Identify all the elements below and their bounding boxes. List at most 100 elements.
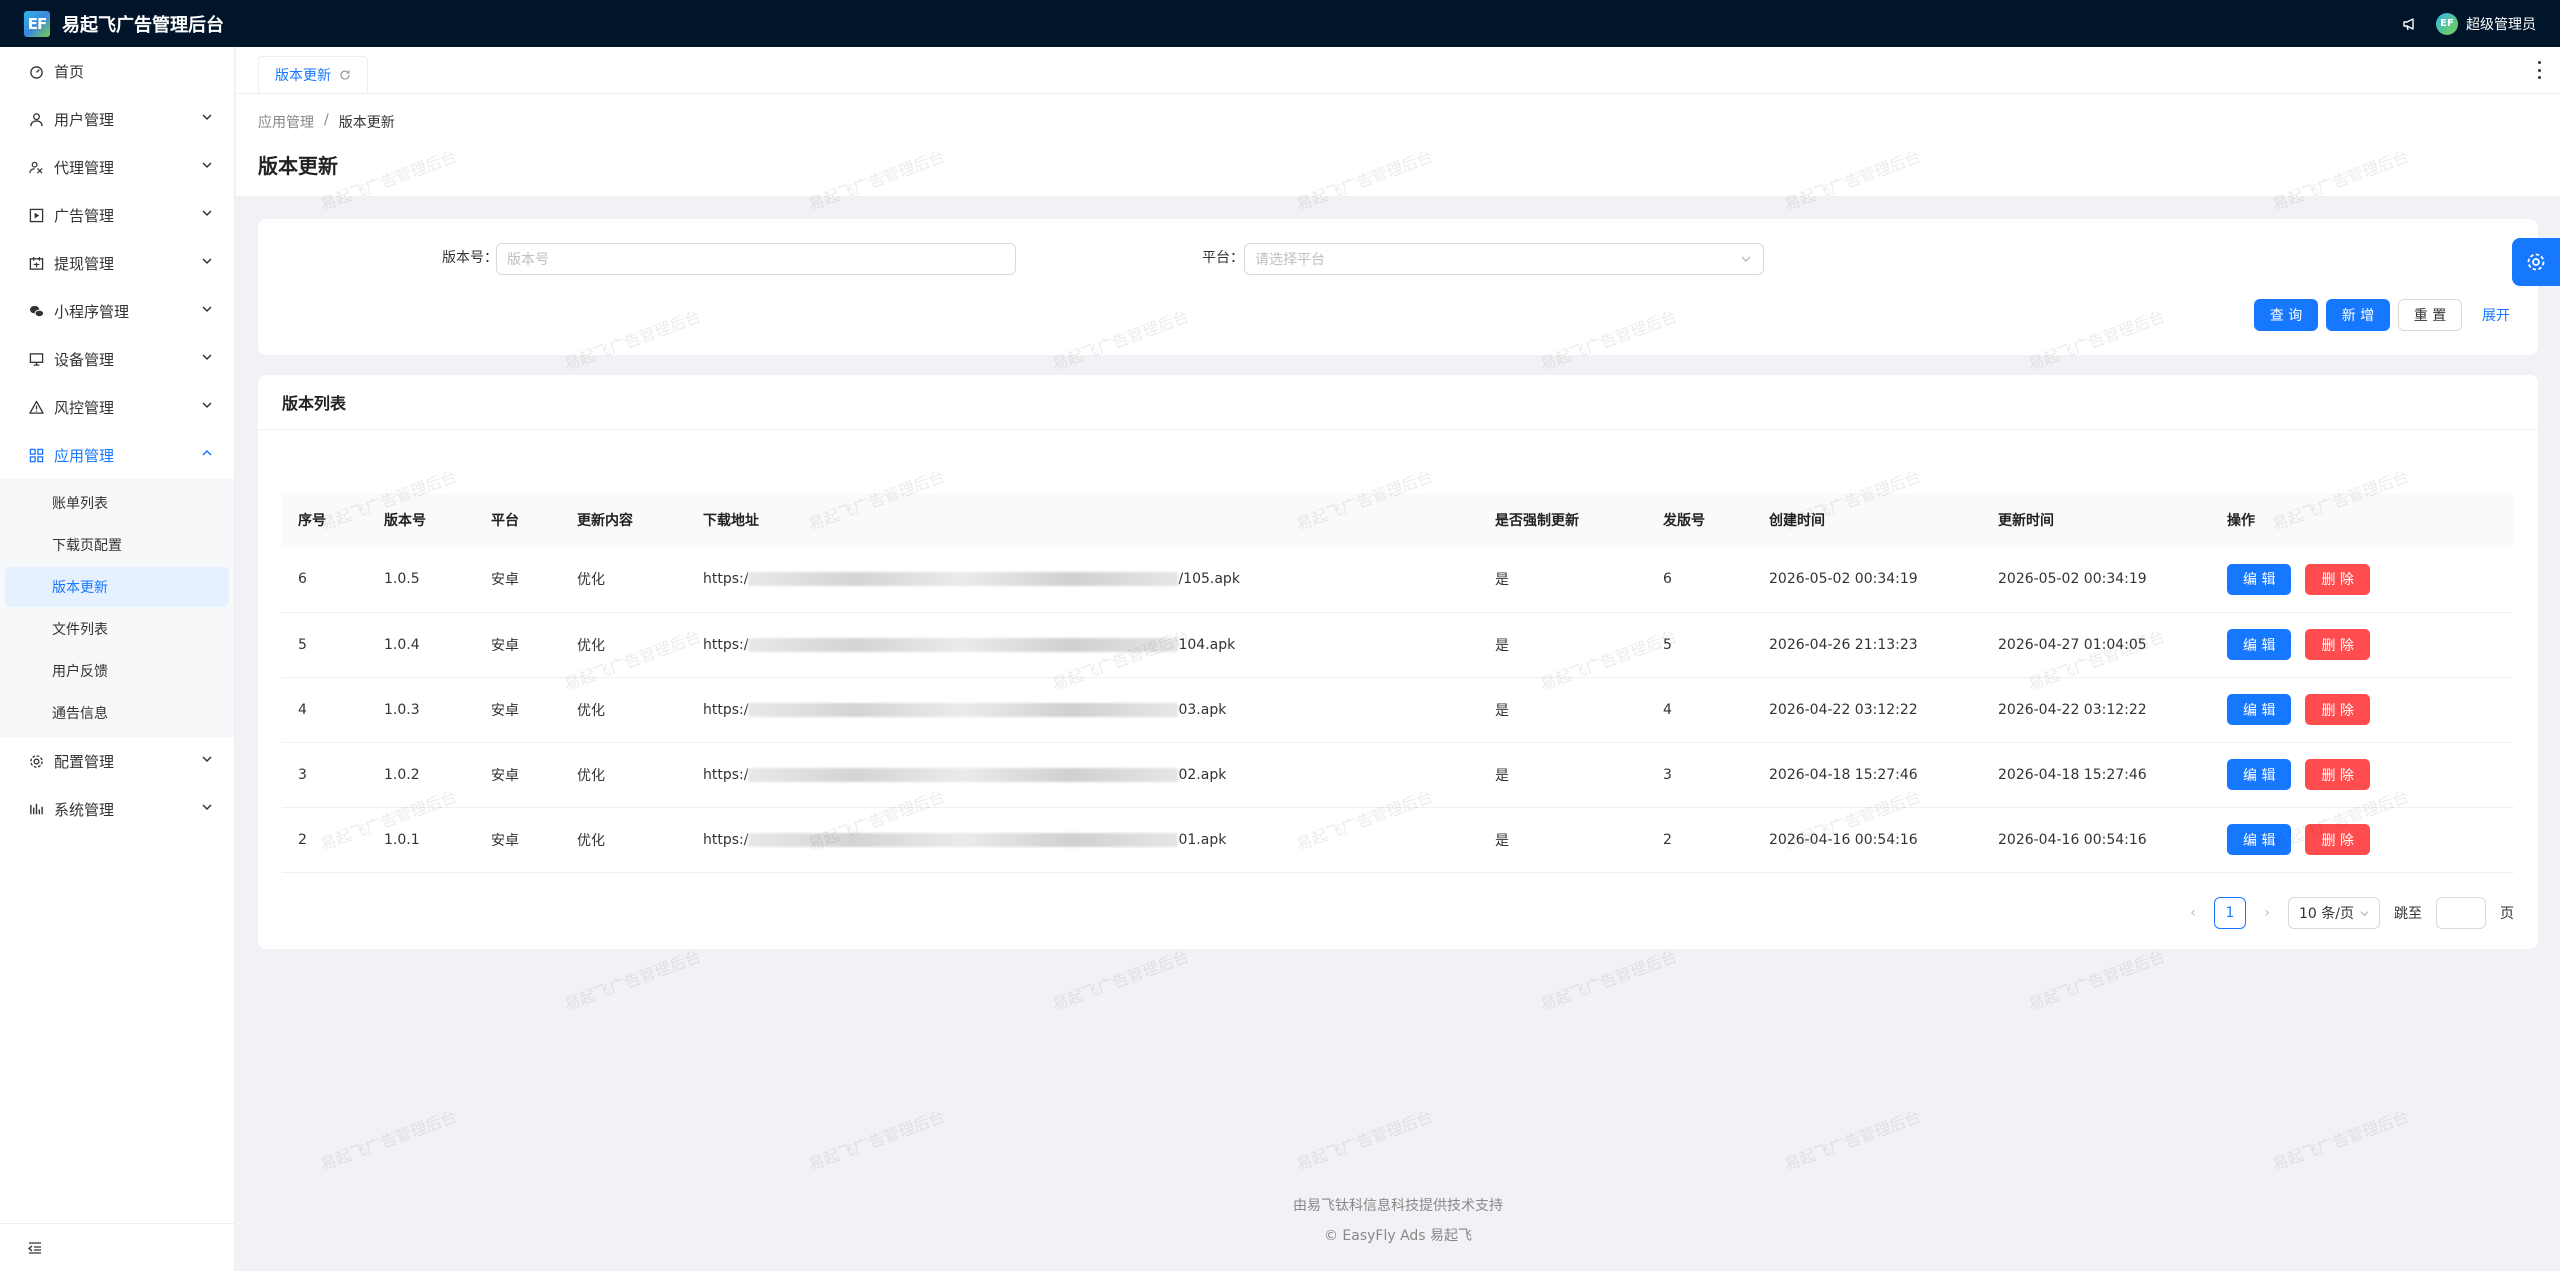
brand[interactable]: EF 易起飞广告管理后台 (24, 10, 224, 37)
url-prefix: https:/ (703, 831, 749, 848)
tab-version-update[interactable]: 版本更新 (258, 55, 368, 94)
sidebar-item-label: 风控管理 (54, 398, 115, 417)
sidebar-item-apps[interactable]: 应用管理 (0, 431, 234, 479)
table-row: 4 1.0.3 安卓 优化 https:/ 03.apk 是 4 2026-04-… (282, 677, 2514, 742)
collapse-sidebar-button[interactable] (0, 1223, 235, 1271)
cell-actions: 编 辑删 除 (2211, 612, 2514, 677)
sidebar-item-label: 设备管理 (54, 350, 115, 369)
page-number-current[interactable]: 1 (2214, 897, 2247, 929)
chevron-down-icon (202, 114, 212, 121)
cell-updated: 2026-04-27 01:04:05 (1998, 636, 2147, 653)
col-header: 更新内容 (577, 513, 633, 529)
sidebar-subitem-version-update[interactable]: 版本更新 (5, 567, 229, 607)
table-header-row: 序号 版本号 平台 更新内容 下载地址 是否强制更新 发版号 创建时间 更新时间… (282, 493, 2514, 547)
more-icon[interactable] (2536, 61, 2542, 79)
cell-release: 5 (1663, 636, 1672, 653)
col-header: 发版号 (1663, 513, 1705, 529)
table-row: 3 1.0.2 安卓 优化 https:/ 02.apk 是 3 2026-04-… (282, 742, 2514, 807)
version-input[interactable]: 版本号 (496, 243, 1016, 275)
cell-release: 4 (1663, 701, 1672, 718)
next-page-button[interactable]: › (2260, 905, 2274, 921)
main-content: 版本更新 应用管理 / 版本更新 版本更新 版本号： 版本号 平台： 请选择平台… (236, 47, 2560, 1271)
cell-platform: 安卓 (491, 702, 519, 719)
jump-page-input[interactable] (2436, 897, 2486, 929)
sidebar-subitem-notices[interactable]: 通告信息 (5, 693, 229, 733)
user-name: 超级管理员 (2466, 16, 2536, 33)
prev-page-button[interactable]: ‹ (2186, 905, 2200, 921)
sidebar-item-label: 用户管理 (54, 110, 115, 129)
watermark-text: 易起飞广告管理后台 (561, 946, 704, 1014)
delete-button[interactable]: 删 除 (2305, 563, 2370, 595)
cell-created: 2026-04-22 03:12:22 (1769, 701, 1918, 718)
settings-float-button[interactable] (2512, 238, 2560, 286)
sidebar-item-label: 配置管理 (54, 752, 115, 771)
cell-force: 是 (1495, 702, 1509, 719)
delete-button[interactable]: 删 除 (2305, 629, 2370, 660)
sidebar-item-config[interactable]: 配置管理 (0, 737, 234, 785)
expand-link[interactable]: 展开 (2470, 299, 2522, 331)
user-menu[interactable]: EF 超级管理员 (2436, 12, 2536, 35)
sidebar-item-home[interactable]: 首页 (0, 47, 234, 95)
app-logo: EF (24, 10, 50, 37)
delete-button[interactable]: 删 除 (2305, 694, 2370, 725)
redacted-url (748, 637, 1179, 652)
cell-platform: 安卓 (491, 572, 519, 589)
sidebar-item-withdraw[interactable]: 提现管理 (0, 239, 234, 287)
query-button[interactable]: 查 询 (2254, 299, 2318, 331)
url-prefix: https:/ (703, 701, 749, 718)
watermark-text: 易起飞广告管理后台 (805, 1106, 948, 1174)
delete-button[interactable]: 删 除 (2305, 759, 2370, 790)
reset-button[interactable]: 重 置 (2398, 299, 2462, 331)
sidebar-subitem-files[interactable]: 文件列表 (5, 609, 229, 649)
sidebar-item-label: 提现管理 (54, 254, 115, 273)
breadcrumb-separator: / (324, 112, 329, 128)
sidebar-item-agents[interactable]: 代理管理 (0, 143, 234, 191)
sidebar-item-devices[interactable]: 设备管理 (0, 335, 234, 383)
edit-button[interactable]: 编 辑 (2227, 563, 2292, 595)
sidebar-item-users[interactable]: 用户管理 (0, 95, 234, 143)
delete-button[interactable]: 删 除 (2305, 824, 2370, 855)
cell-created: 2026-04-16 00:54:16 (1769, 831, 1918, 848)
edit-button[interactable]: 编 辑 (2227, 629, 2292, 660)
sidebar-subitem-download-config[interactable]: 下载页配置 (5, 525, 229, 565)
sidebar-subitem-bills[interactable]: 账单列表 (5, 483, 229, 523)
system-icon (28, 801, 44, 817)
col-header: 更新时间 (1998, 513, 2054, 529)
cell-content: 优化 (577, 832, 605, 849)
refresh-icon[interactable] (339, 69, 351, 81)
platform-select[interactable]: 请选择平台 (1244, 243, 1764, 275)
sidebar-item-ads[interactable]: 广告管理 (0, 191, 234, 239)
cell-force: 是 (1495, 832, 1509, 849)
cell-actions: 编 辑删 除 (2211, 807, 2514, 872)
list-title: 版本列表 (258, 375, 2538, 430)
cell-updated: 2026-04-22 03:12:22 (1998, 701, 2147, 718)
sidebar-item-risk[interactable]: 风控管理 (0, 383, 234, 431)
edit-button[interactable]: 编 辑 (2227, 824, 2292, 855)
cell-created: 2026-05-02 00:34:19 (1769, 571, 1918, 588)
cell-content: 优化 (577, 702, 605, 719)
page-size-select[interactable]: 10 条/页 (2288, 897, 2380, 929)
cell-force: 是 (1495, 767, 1509, 784)
sidebar-item-label: 代理管理 (54, 158, 115, 177)
cell-force: 是 (1495, 637, 1509, 654)
cell-version: 1.0.3 (384, 701, 420, 718)
chevron-down-icon (202, 354, 212, 361)
edit-button[interactable]: 编 辑 (2227, 694, 2292, 725)
sidebar-item-system[interactable]: 系统管理 (0, 785, 234, 833)
cell-download-url: https:/ 01.apk (687, 807, 1479, 872)
announcement-icon[interactable] (2402, 16, 2418, 32)
platform-select-placeholder: 请选择平台 (1255, 252, 1325, 268)
sidebar-item-miniprogram[interactable]: 小程序管理 (0, 287, 234, 335)
edit-button[interactable]: 编 辑 (2227, 759, 2292, 790)
add-button[interactable]: 新 增 (2326, 299, 2390, 331)
breadcrumb-parent[interactable]: 应用管理 (258, 112, 314, 132)
withdraw-icon (28, 255, 44, 271)
watermark-text: 易起飞广告管理后台 (1049, 946, 1192, 1014)
cell-release: 2 (1663, 831, 1672, 848)
cell-platform: 安卓 (491, 637, 519, 654)
chevron-down-icon (202, 258, 212, 265)
chevron-down-icon (202, 162, 212, 169)
url-prefix: https:/ (703, 636, 749, 653)
sidebar-subitem-feedback[interactable]: 用户反馈 (5, 651, 229, 691)
jump-label: 跳至 (2394, 906, 2422, 922)
